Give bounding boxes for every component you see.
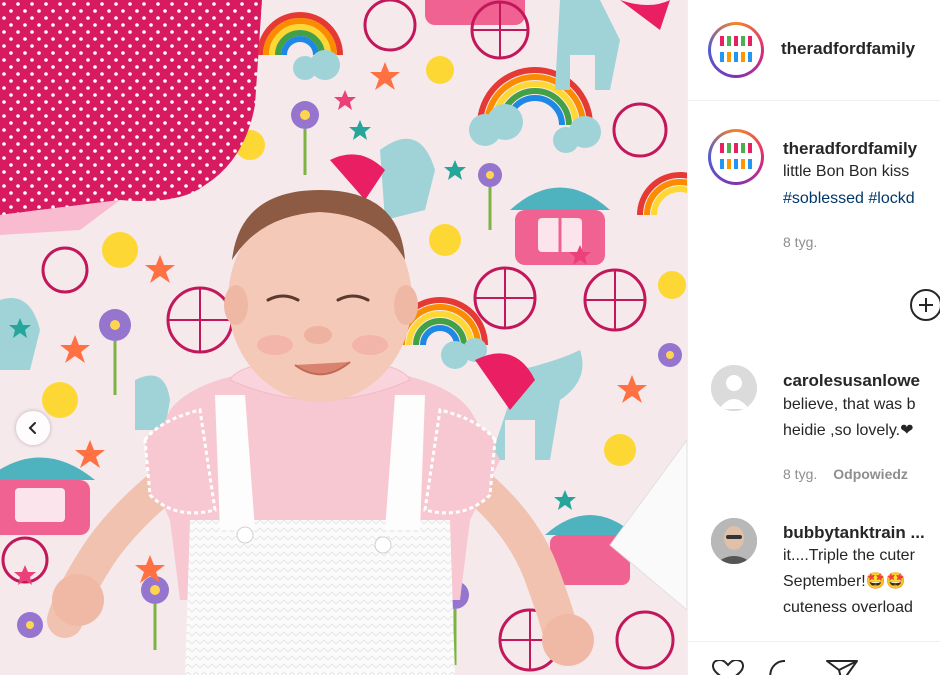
load-more-comments-button[interactable] [910, 289, 940, 321]
hashtag-link[interactable]: #lockd [868, 190, 914, 207]
family-logo-icon [714, 28, 758, 72]
comment-text-line: September!🤩🤩 [783, 573, 906, 590]
comment-text-line: cuteness overload [783, 599, 913, 616]
author-username[interactable]: theradfordfamily [781, 39, 915, 59]
heart-icon[interactable] [711, 660, 745, 675]
plus-icon [919, 298, 933, 312]
post-action-bar [688, 641, 940, 675]
user-photo-icon [711, 518, 757, 564]
comment-text-line: it....Triple the cuter [783, 547, 915, 564]
comment-text: heidie ,so lovely.❤ [783, 422, 914, 439]
previous-photo-button[interactable] [16, 411, 50, 445]
baby-photo-illustration [0, 0, 687, 675]
reply-button[interactable]: Odpowiedz [833, 466, 908, 482]
comment-timestamp[interactable]: 8 tyg. [783, 466, 817, 482]
author-avatar[interactable] [708, 22, 764, 78]
caption-timestamp[interactable]: 8 tyg. [783, 234, 817, 250]
caption-text: little Bon Bon kiss [783, 163, 910, 180]
comment-username[interactable]: bubbytanktrain ... [783, 523, 925, 543]
post-side-panel: theradfordfamily theradfordfamily little… [687, 0, 940, 675]
caption-author-avatar[interactable] [708, 129, 764, 185]
hashtag-link[interactable]: #soblessed [783, 190, 864, 207]
comment-meta: 8 tyg. Odpowiedz [783, 466, 908, 482]
share-icon[interactable] [825, 660, 859, 675]
commenter-avatar[interactable] [711, 365, 757, 411]
caption-hashtags: #soblessed #lockd [783, 186, 915, 212]
comment-icon[interactable] [768, 660, 802, 675]
family-logo-icon [714, 135, 758, 179]
comment-text-line: believe, that was b [783, 396, 916, 413]
post-header: theradfordfamily [688, 0, 940, 101]
chevron-left-icon [28, 422, 36, 434]
comment-text-line: heidie ,so lovely.❤ [783, 418, 914, 444]
post-photo[interactable] [0, 0, 687, 675]
commenter-avatar[interactable] [711, 518, 757, 564]
default-user-icon [711, 365, 757, 411]
comment-username[interactable]: carolesusanlowe [783, 371, 920, 391]
caption-username[interactable]: theradfordfamily [783, 139, 917, 159]
